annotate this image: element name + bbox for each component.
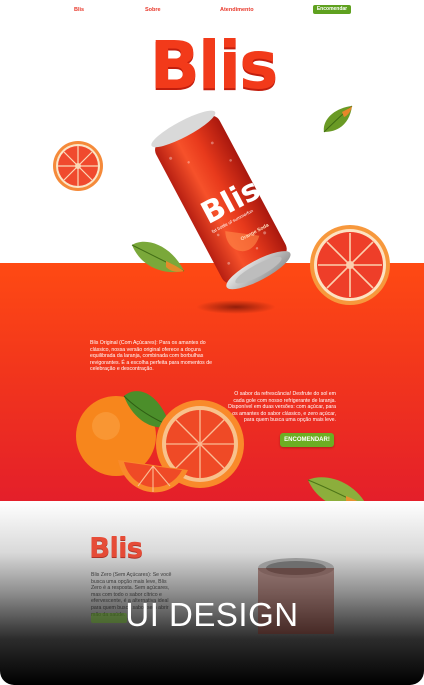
refreshment-description: O sabor da refrescância! Desfrute do sol…	[228, 391, 336, 424]
zero-section	[0, 501, 424, 685]
order-button[interactable]: ENCOMENDAR!	[280, 433, 334, 447]
portfolio-card: Blis Sobre Atendimento Encomendar Blis B…	[0, 0, 424, 685]
zero-brand-title: Blis	[89, 531, 143, 564]
soda-can-icon: Blis fat bottle of summerfun Orange Soda	[151, 110, 291, 290]
can-shadow	[196, 300, 276, 314]
original-description: Blis Original (Com Açúcares): Para os am…	[90, 340, 212, 373]
hero-brand-title: Blis	[149, 27, 279, 104]
nav-order-button[interactable]: Encomendar	[313, 5, 351, 14]
grapefruit-slice-icon	[310, 225, 390, 305]
nav-link-support[interactable]: Atendimento	[220, 7, 254, 13]
leaf-icon	[323, 105, 353, 133]
top-nav: Blis Sobre Atendimento Encomendar	[0, 0, 424, 20]
grapefruit-slice-icon	[53, 141, 103, 191]
ui-design-caption: UI DESIGN	[125, 596, 299, 633]
nav-link-about[interactable]: Sobre	[145, 7, 161, 13]
nav-link-home[interactable]: Blis	[74, 7, 84, 13]
